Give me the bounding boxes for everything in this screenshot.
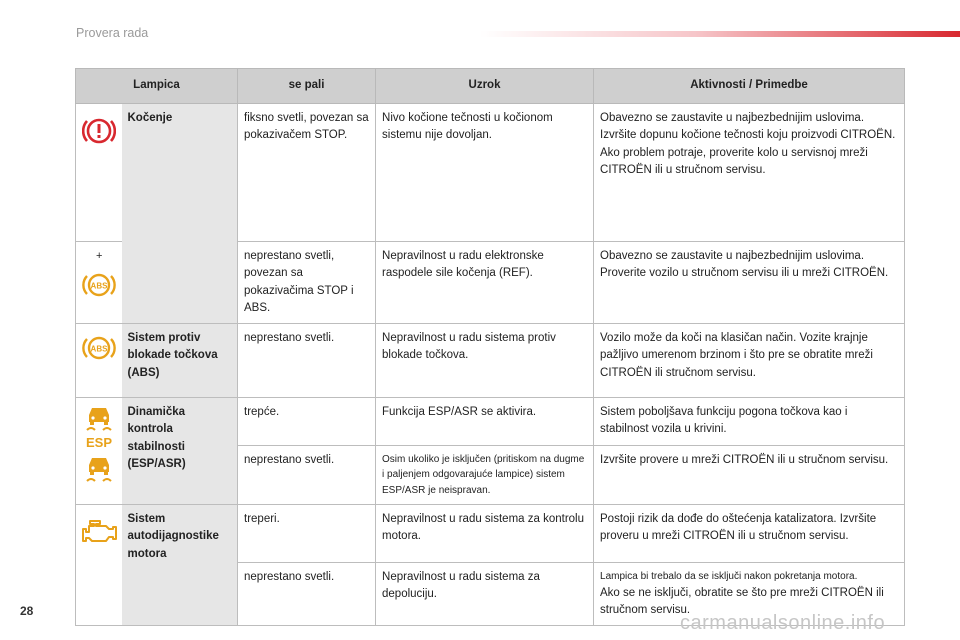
engine-check-icon	[81, 520, 117, 542]
brake-aktivnosti-2: Obavezno se zaustavite u najbezbednijim …	[593, 241, 906, 324]
skidding-car-icon	[86, 458, 112, 482]
abs-se-pali: neprestano svetli.	[237, 323, 377, 398]
engine-se-pali-2: neprestano svetli.	[237, 562, 377, 626]
plus-sign: +	[96, 250, 103, 262]
engine-aktivnosti-note: Lampica bi trebalo da se isključi nakon …	[600, 571, 858, 582]
esp-icon-cell: ESP	[75, 397, 122, 505]
esp-uzrok-1: Funkcija ESP/ASR se aktivira.	[375, 397, 595, 446]
engine-se-pali-1: treperi.	[237, 504, 377, 563]
section-title: Provera rada	[76, 26, 149, 40]
lamp-name-engine: Sistem autodijagnostike motora	[121, 504, 239, 626]
abs-icon: ABS	[82, 336, 116, 360]
abs-uzrok: Nepravilnost u radu sistema protiv bloka…	[375, 323, 595, 398]
lamp-name-brake: Kočenje	[121, 103, 239, 324]
table-row: Kočenje fiksno svetli, povezan sa pokazi…	[75, 103, 906, 324]
engine-icon-cell	[75, 504, 122, 626]
esp-uzrok-2: Osim ukoliko je isključen (pritiskom na …	[375, 445, 595, 505]
warning-lamps-table: Lampica se pali Uzrok Aktivnosti / Prime…	[74, 68, 906, 626]
svg-text:ABS: ABS	[90, 281, 108, 290]
table-row: ABS Sistem protiv blokade točkova (ABS) …	[75, 323, 906, 398]
table-row: Sistem autodijagnostike motora treperi. …	[75, 504, 906, 626]
brake-aktivnosti-1: Obavezno se zaustavite u najbezbednijim …	[593, 103, 906, 242]
engine-aktivnosti-1: Postoji rizik da dođe do oštećenja katal…	[593, 504, 906, 563]
brake-warning-icon	[81, 118, 116, 144]
brake-uzrok-1: Nivo kočione tečnosti u kočionom sistemu…	[375, 103, 595, 242]
esp-se-pali-1: trepće.	[237, 397, 377, 446]
table-header-row: Lampica se pali Uzrok Aktivnosti / Prime…	[74, 68, 906, 104]
esp-aktivnosti-2: Izvršite provere u mreži CITROËN ili u s…	[593, 445, 906, 505]
column-header-lampica: Lampica	[74, 68, 239, 104]
brake-se-pali-2: neprestano svetli, povezan sa pokazivači…	[237, 241, 377, 324]
abs-aktivnosti: Vozilo može da koči na klasičan način. V…	[593, 323, 906, 398]
brake-uzrok-2: Nepravilnost u radu elektronske raspodel…	[375, 241, 595, 324]
watermark: carmanualsonline.info	[680, 612, 886, 634]
esp-icon: ESP	[86, 408, 112, 450]
lamp-name-abs: Sistem protiv blokade točkova (ABS)	[121, 323, 239, 398]
column-header-se-pali: se pali	[237, 68, 377, 104]
esp-icon-label: ESP	[86, 435, 112, 450]
brake-abs-icon-cell: + ABS	[75, 241, 122, 324]
esp-se-pali-2: neprestano svetli.	[237, 445, 377, 505]
header-accent-bar	[480, 31, 960, 37]
page-number: 28	[20, 604, 34, 618]
brake-se-pali-1: fiksno svetli, povezan sa pokazivačem ST…	[237, 103, 377, 242]
column-header-uzrok: Uzrok	[375, 68, 595, 104]
brake-icon-cell	[75, 103, 122, 242]
column-header-aktivnosti: Aktivnosti / Primedbe	[593, 68, 906, 104]
abs-icon: ABS	[82, 273, 116, 296]
engine-uzrok-1: Nepravilnost u radu sistema za kontrolu …	[375, 504, 595, 563]
lamp-name-esp: Dinamička kontrola stabilnosti (ESP/ASR)	[121, 397, 239, 505]
engine-uzrok-2: Nepravilnost u radu sistema za depolucij…	[375, 562, 595, 626]
svg-text:ABS: ABS	[90, 345, 108, 354]
table-row: ESP Dinamička kontrola stabilnosti (ESP/…	[75, 397, 906, 505]
abs-icon-cell: ABS	[75, 323, 122, 398]
esp-aktivnosti-1: Sistem poboljšava funkciju pogona točkov…	[593, 397, 906, 446]
